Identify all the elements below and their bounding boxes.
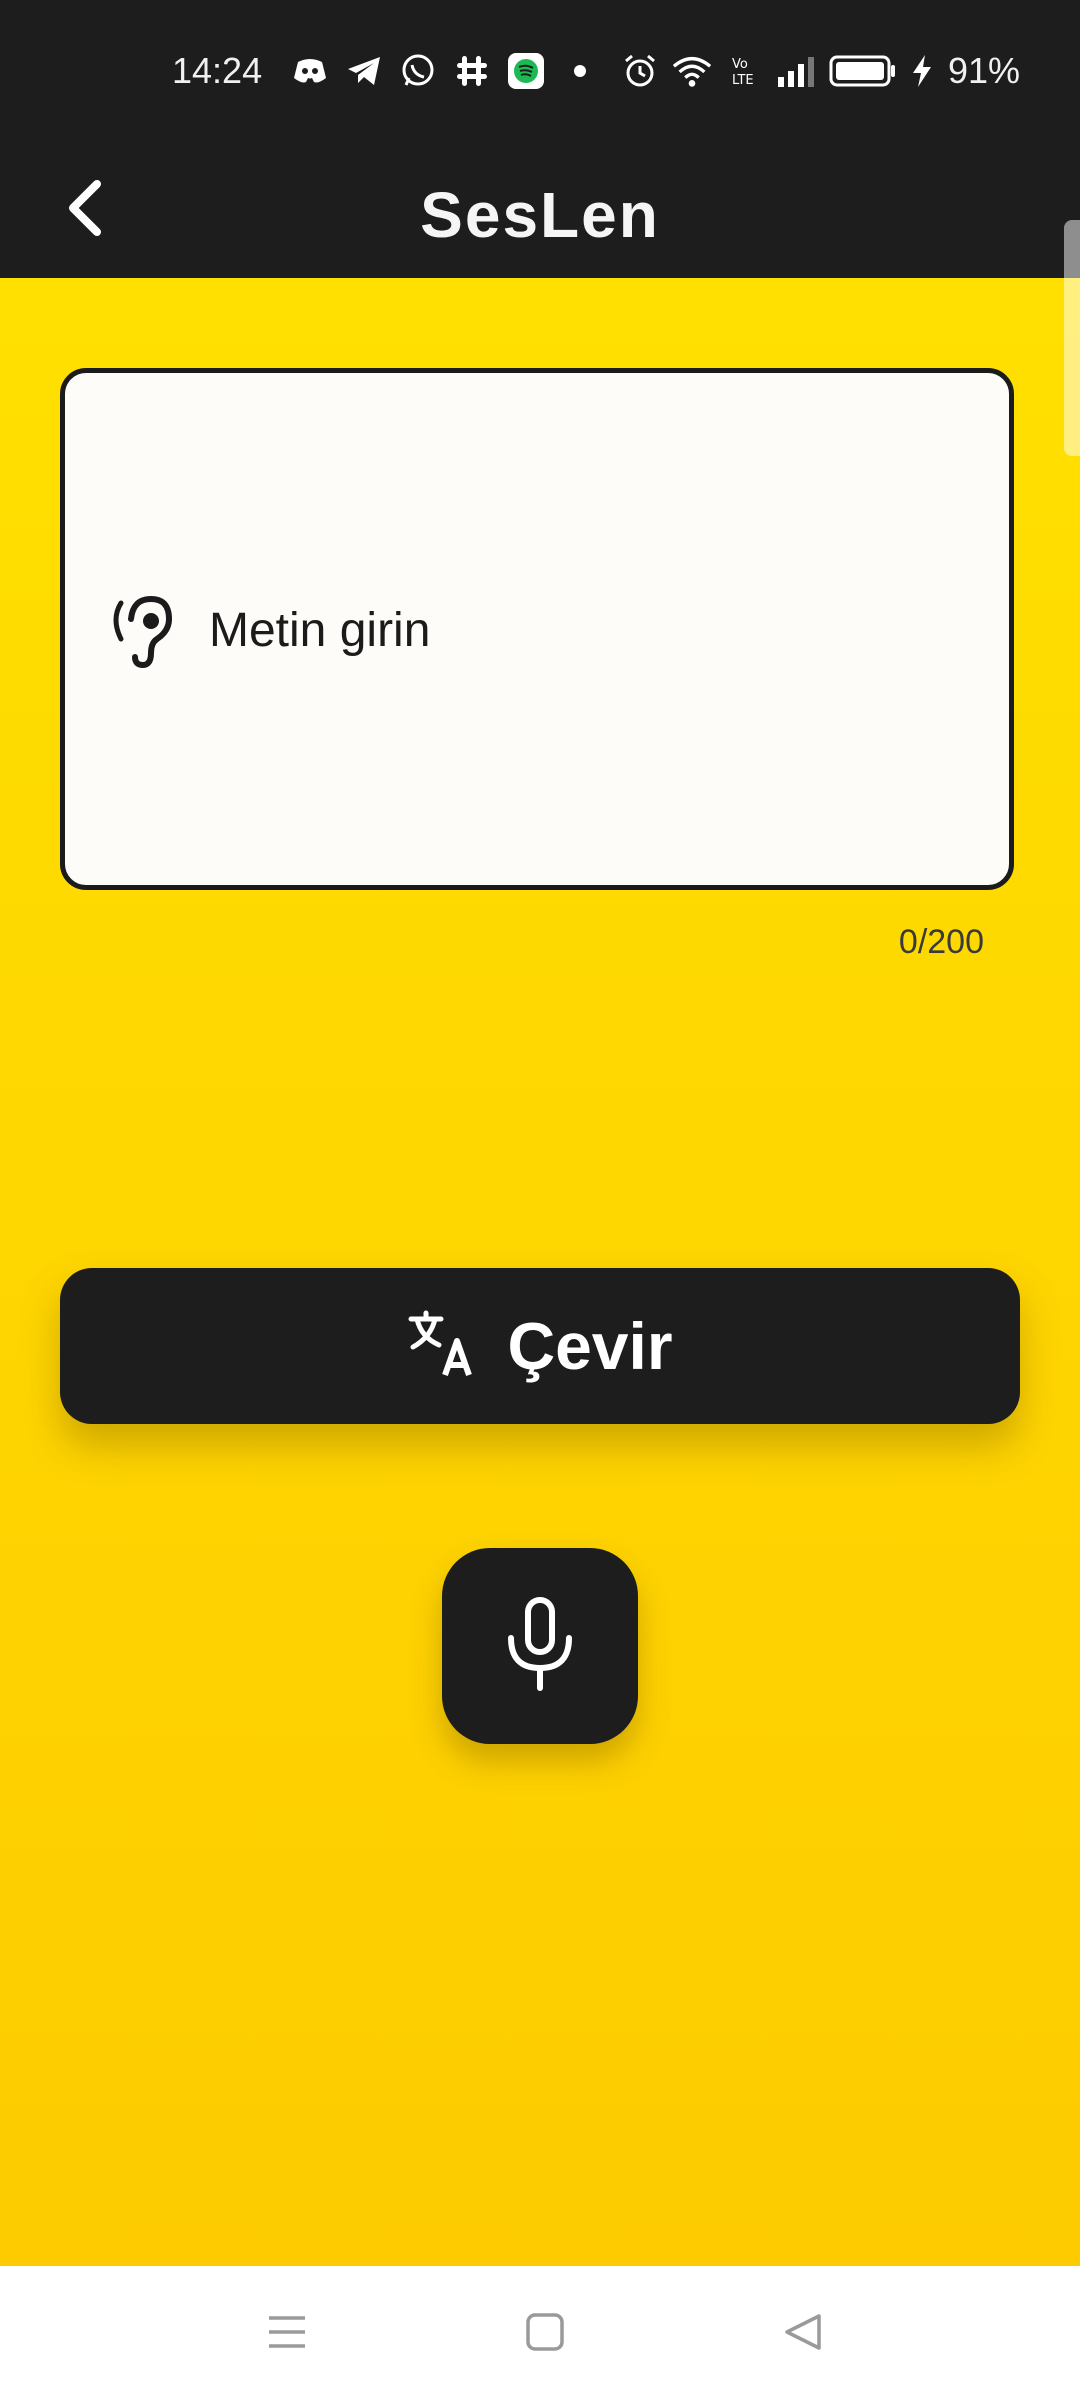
notification-icons bbox=[290, 46, 600, 96]
whatsapp-icon bbox=[398, 51, 438, 91]
status-time: 14:24 bbox=[172, 50, 263, 91]
navigation-bar bbox=[0, 2266, 1080, 2400]
character-counter: 0/200 bbox=[898, 923, 984, 961]
translate-icon bbox=[407, 1309, 477, 1384]
slack-icon bbox=[452, 51, 492, 91]
microphone-button[interactable] bbox=[442, 1548, 638, 1744]
microphone-icon bbox=[505, 1596, 575, 1697]
battery-icon bbox=[828, 51, 898, 91]
volte-icon: Vo LTE bbox=[724, 51, 764, 91]
page-title: SesLen bbox=[420, 179, 660, 251]
spotify-icon bbox=[506, 51, 546, 91]
translate-label: Çevir bbox=[507, 1309, 673, 1383]
text-input-field[interactable]: Metin girin bbox=[60, 368, 1014, 890]
svg-text:Vo: Vo bbox=[732, 57, 748, 72]
dot-icon bbox=[560, 51, 600, 91]
status-bar: 14:24 Vo LTE 91% bbox=[0, 0, 1080, 140]
main-content: Metin girin 0/200 Çevir bbox=[0, 278, 1080, 2266]
ear-icon bbox=[107, 593, 177, 673]
app-bar: SesLen bbox=[0, 140, 1080, 278]
system-icons: Vo LTE 91% bbox=[620, 46, 1020, 96]
scroll-handle[interactable] bbox=[1064, 220, 1080, 456]
charging-icon bbox=[910, 51, 934, 91]
menu-button[interactable] bbox=[257, 2304, 317, 2364]
alarm-icon bbox=[620, 51, 660, 91]
discord-icon bbox=[290, 51, 330, 91]
battery-percent: 91% bbox=[948, 50, 1021, 91]
text-input-placeholder: Metin girin bbox=[209, 604, 431, 657]
back-icon bbox=[783, 2312, 823, 2357]
menu-icon bbox=[267, 2312, 307, 2357]
telegram-icon bbox=[344, 51, 384, 91]
nav-back-button[interactable] bbox=[773, 2304, 833, 2364]
wifi-icon bbox=[672, 51, 712, 91]
signal-icon bbox=[776, 51, 816, 91]
home-icon bbox=[525, 2312, 565, 2357]
svg-text:LTE: LTE bbox=[732, 73, 754, 88]
home-button[interactable] bbox=[515, 2304, 575, 2364]
translate-button[interactable]: Çevir bbox=[60, 1268, 1020, 1424]
